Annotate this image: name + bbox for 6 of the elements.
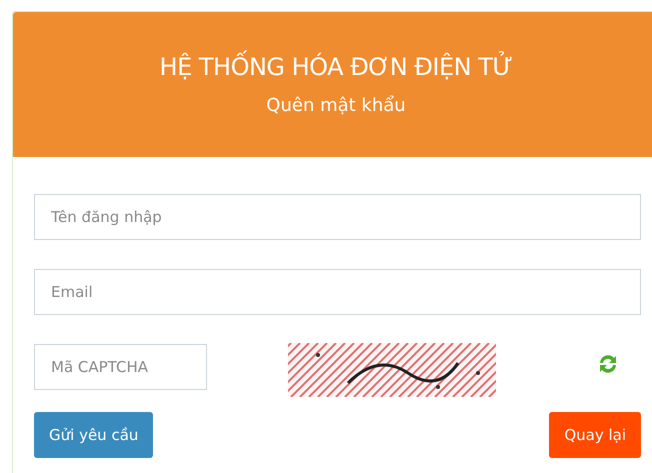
input-field[interactable]: Tên đăng nhập xyxy=(34,194,641,240)
input-field[interactable]: Email xyxy=(34,269,641,315)
submit-button[interactable]: Gửi yêu cầu xyxy=(34,412,154,458)
page-subtitle: Quên mật khẩu xyxy=(266,95,406,116)
back-button[interactable]: Quay lại xyxy=(549,412,641,458)
captcha-field[interactable]: Mã CAPTCHA xyxy=(34,344,207,390)
